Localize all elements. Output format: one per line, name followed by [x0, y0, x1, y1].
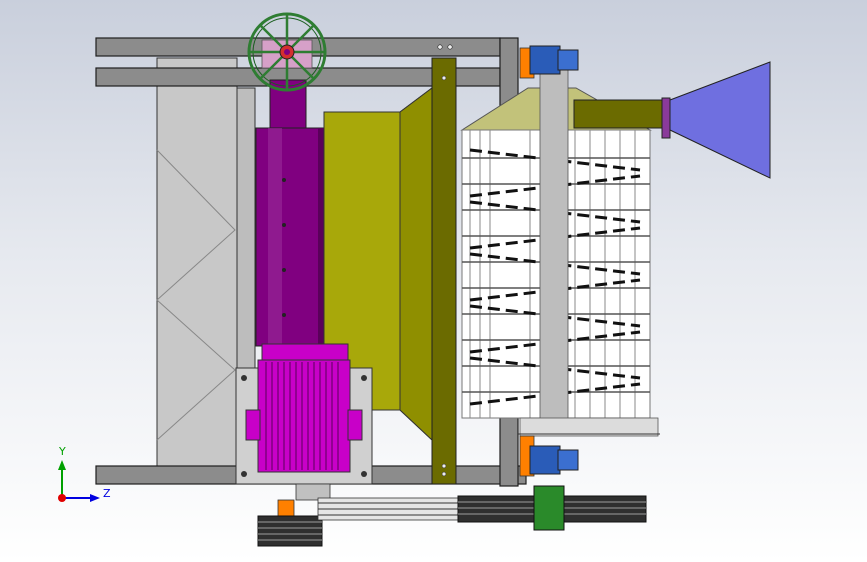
vertical-column	[255, 79, 326, 347]
motor-icon[interactable]	[245, 343, 363, 473]
bottom-gearbox-icon	[519, 435, 579, 477]
belt-icon	[257, 483, 647, 547]
cad-viewport[interactable]: Y Z	[0, 0, 867, 562]
handwheel-icon[interactable]	[247, 12, 327, 92]
top-gearbox-icon	[519, 45, 579, 79]
triad-z-label: Z	[103, 487, 111, 500]
triad-y-label: Y	[58, 445, 66, 458]
